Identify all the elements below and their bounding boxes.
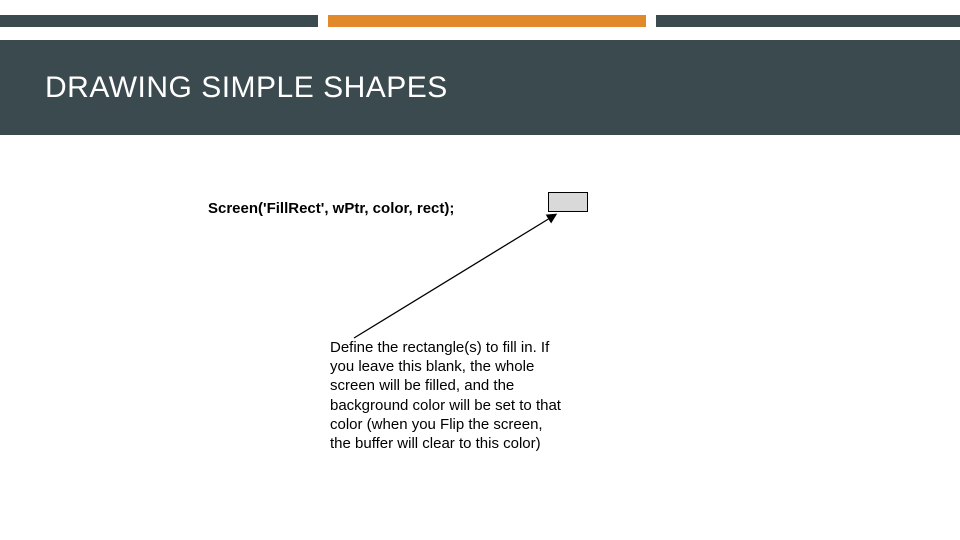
code-line: Screen('FillRect', wPtr, color, rect); bbox=[208, 200, 454, 217]
accent-band-left bbox=[0, 15, 318, 27]
title-bar: DRAWING SIMPLE SHAPES bbox=[0, 40, 960, 135]
page-title: DRAWING SIMPLE SHAPES bbox=[0, 71, 448, 105]
accent-band-right bbox=[656, 15, 960, 27]
accent-band-middle bbox=[328, 15, 646, 27]
description-text: Define the rectangle(s) to fill in. If y… bbox=[330, 338, 562, 453]
slide: DRAWING SIMPLE SHAPES Screen('FillRect',… bbox=[0, 0, 960, 540]
blank-rectangle bbox=[548, 192, 588, 212]
